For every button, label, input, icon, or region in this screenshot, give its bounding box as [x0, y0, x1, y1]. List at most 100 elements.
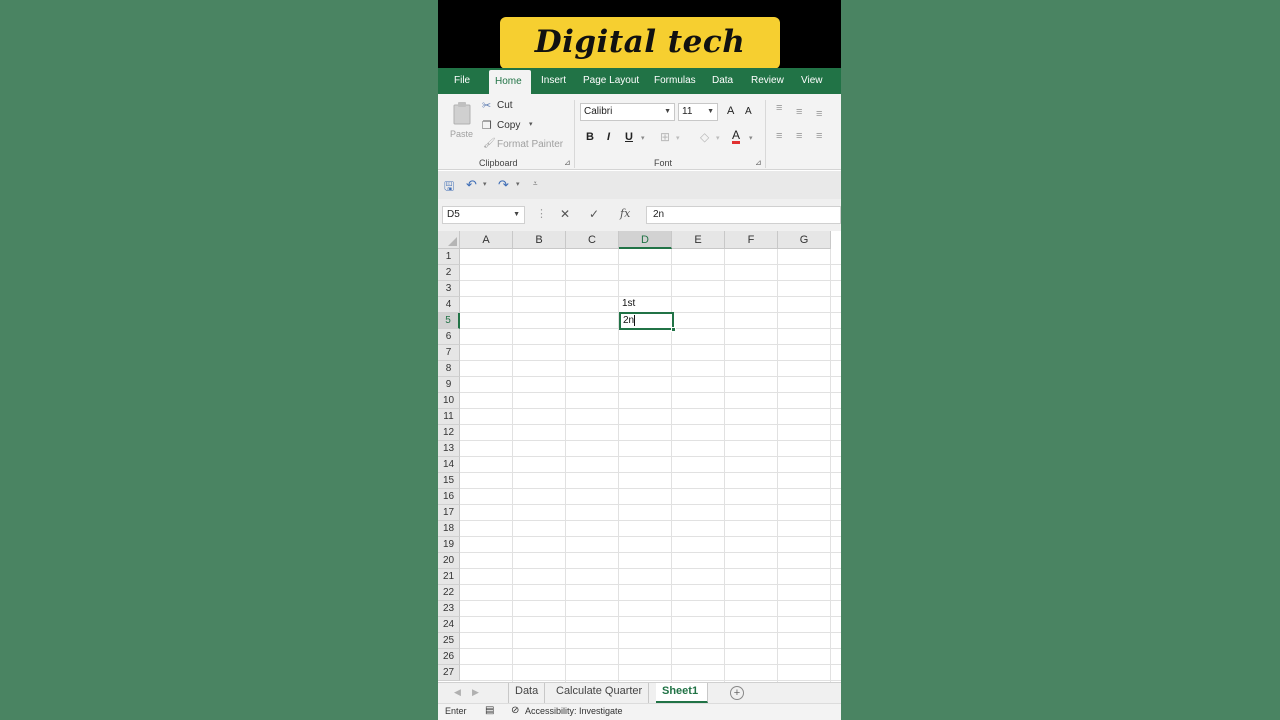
- column-header-g[interactable]: G: [778, 231, 831, 249]
- borders-dropdown-icon[interactable]: ▾: [676, 134, 680, 142]
- row-header-16[interactable]: 16: [438, 489, 460, 505]
- cut-button[interactable]: Cut: [497, 100, 513, 111]
- row-header-2[interactable]: 2: [438, 265, 460, 281]
- row-header-26[interactable]: 26: [438, 649, 460, 665]
- tab-review[interactable]: Review: [745, 68, 790, 94]
- tab-data[interactable]: Data: [706, 68, 739, 94]
- row-header-12[interactable]: 12: [438, 425, 460, 441]
- row-header-8[interactable]: 8: [438, 361, 460, 377]
- row-header-24[interactable]: 24: [438, 617, 460, 633]
- row-gridline: [460, 296, 841, 297]
- row-header-4[interactable]: 4: [438, 297, 460, 313]
- copy-dropdown-icon[interactable]: ▾: [529, 120, 533, 128]
- column-header-b[interactable]: B: [513, 231, 566, 249]
- borders-icon[interactable]: ⊞: [660, 130, 670, 144]
- column-header-c[interactable]: C: [566, 231, 619, 249]
- worksheet-grid[interactable]: ABCDEFG 1 2 3 4 5 6 7 8 9 10 11 12 13 14 15 16 17 18 19 20 2…: [438, 231, 841, 682]
- next-sheet-icon[interactable]: ▶: [472, 687, 479, 698]
- sheet-tab-data[interactable]: Data: [508, 683, 546, 703]
- row-header-17[interactable]: 17: [438, 505, 460, 521]
- row-header-11[interactable]: 11: [438, 409, 460, 425]
- tab-view[interactable]: View: [795, 68, 829, 94]
- align-right-icon[interactable]: ≡: [816, 130, 822, 142]
- row-header-22[interactable]: 22: [438, 585, 460, 601]
- italic-button[interactable]: I: [607, 131, 610, 143]
- tab-home[interactable]: Home: [489, 70, 531, 94]
- fill-handle[interactable]: [671, 327, 676, 332]
- name-box[interactable]: D5 ▼: [442, 206, 525, 224]
- formula-input[interactable]: 2n: [646, 206, 841, 224]
- clipboard-launcher-icon[interactable]: ⊿: [564, 158, 571, 167]
- font-name-select[interactable]: Calibri ▼: [580, 103, 675, 121]
- font-size-select[interactable]: 11 ▼: [678, 103, 718, 121]
- redo-icon[interactable]: ↷: [498, 177, 509, 193]
- row-header-21[interactable]: 21: [438, 569, 460, 585]
- row-header-14[interactable]: 14: [438, 457, 460, 473]
- shrink-font-icon[interactable]: A: [745, 106, 752, 117]
- paste-icon[interactable]: [452, 101, 472, 125]
- align-left-icon[interactable]: ≡: [776, 130, 782, 142]
- align-center-icon[interactable]: ≡: [796, 130, 802, 142]
- font-color-icon[interactable]: A: [732, 129, 741, 144]
- undo-dropdown-icon[interactable]: ▾: [483, 180, 487, 188]
- row-header-25[interactable]: 25: [438, 633, 460, 649]
- insert-function-icon[interactable]: fx: [620, 207, 630, 220]
- grow-font-icon[interactable]: A: [727, 105, 734, 117]
- format-painter-icon[interactable]: 🖌: [483, 138, 496, 149]
- paste-label[interactable]: Paste: [450, 129, 473, 139]
- macro-record-icon[interactable]: ▤: [485, 705, 494, 716]
- tab-page-layout[interactable]: Page Layout: [577, 68, 645, 94]
- row-gridline: [460, 616, 841, 617]
- format-painter-button[interactable]: Format Painter: [497, 139, 563, 150]
- row-header-19[interactable]: 19: [438, 537, 460, 553]
- align-top-icon[interactable]: ≡: [776, 102, 782, 114]
- font-launcher-icon[interactable]: ⊿: [755, 158, 762, 167]
- font-color-dropdown-icon[interactable]: ▾: [749, 134, 753, 142]
- sheet-tab-calculate-quarter[interactable]: Calculate Quarter: [550, 683, 650, 703]
- cancel-icon[interactable]: ✕: [560, 207, 570, 221]
- copy-button[interactable]: Copy: [497, 120, 520, 131]
- row-header-18[interactable]: 18: [438, 521, 460, 537]
- align-bottom-icon[interactable]: ≡: [816, 108, 822, 120]
- prev-sheet-icon[interactable]: ◀: [454, 687, 461, 698]
- column-header-f[interactable]: F: [725, 231, 778, 249]
- undo-icon[interactable]: ↶: [466, 177, 477, 193]
- sheet-tab-sheet1[interactable]: Sheet1: [656, 683, 708, 703]
- underline-dropdown-icon[interactable]: ▾: [641, 134, 645, 142]
- column-header-a[interactable]: A: [460, 231, 513, 249]
- row-header-5[interactable]: 5: [438, 313, 460, 329]
- accessibility-icon[interactable]: ⊘: [511, 705, 519, 716]
- column-header-d[interactable]: D: [619, 231, 672, 249]
- column-header-e[interactable]: E: [672, 231, 725, 249]
- row-header-20[interactable]: 20: [438, 553, 460, 569]
- row-header-3[interactable]: 3: [438, 281, 460, 297]
- add-sheet-icon[interactable]: +: [730, 686, 744, 700]
- row-header-9[interactable]: 9: [438, 377, 460, 393]
- bold-button[interactable]: B: [586, 131, 594, 143]
- copy-icon[interactable]: ❐: [482, 119, 492, 132]
- select-all-button[interactable]: [438, 231, 460, 249]
- row-header-27[interactable]: 27: [438, 665, 460, 681]
- cell-d4[interactable]: 1st: [619, 296, 635, 312]
- underline-button[interactable]: U: [625, 131, 633, 143]
- row-header-1[interactable]: 1: [438, 249, 460, 265]
- fill-color-icon[interactable]: ◇: [700, 130, 709, 144]
- customize-toolbar-icon[interactable]: ⩡: [533, 179, 538, 189]
- accessibility-status[interactable]: Accessibility: Investigate: [525, 706, 623, 716]
- redo-dropdown-icon[interactable]: ▾: [516, 180, 520, 188]
- row-header-15[interactable]: 15: [438, 473, 460, 489]
- tab-formulas[interactable]: Formulas: [648, 68, 702, 94]
- fill-dropdown-icon[interactable]: ▾: [716, 134, 720, 142]
- scissors-icon[interactable]: ✂: [482, 99, 491, 112]
- enter-check-icon[interactable]: ✓: [589, 207, 599, 221]
- row-header-23[interactable]: 23: [438, 601, 460, 617]
- row-header-10[interactable]: 10: [438, 393, 460, 409]
- align-middle-icon[interactable]: ≡: [796, 106, 802, 118]
- save-icon[interactable]: 🖫: [444, 177, 454, 198]
- row-header-13[interactable]: 13: [438, 441, 460, 457]
- tab-insert[interactable]: Insert: [535, 68, 572, 94]
- tab-file[interactable]: File: [448, 68, 476, 94]
- active-cell-d5[interactable]: 2n: [619, 312, 676, 332]
- row-header-6[interactable]: 6: [438, 329, 460, 345]
- row-header-7[interactable]: 7: [438, 345, 460, 361]
